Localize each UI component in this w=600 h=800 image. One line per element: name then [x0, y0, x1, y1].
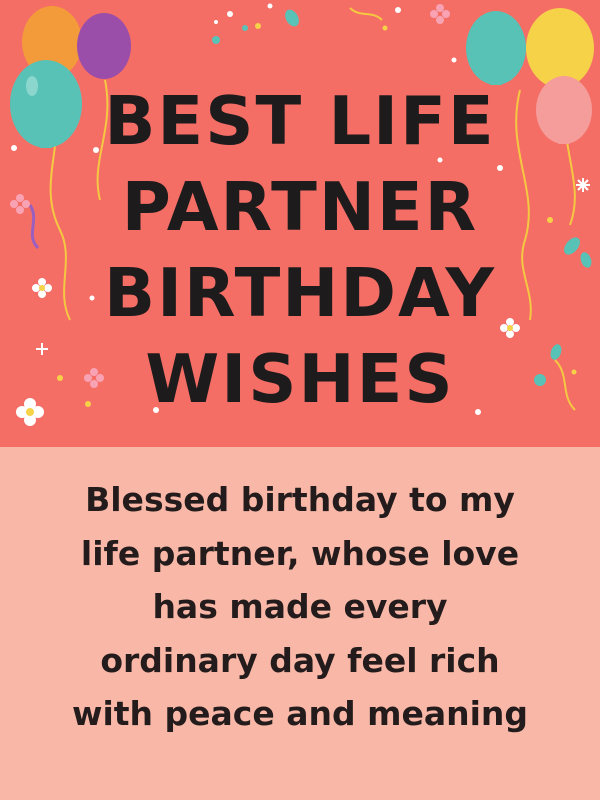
balloon-icon — [466, 11, 526, 85]
balloon-icon — [77, 13, 131, 79]
title-line: BIRTHDAY — [104, 254, 496, 332]
hero-banner: BEST LIFE PARTNER BIRTHDAY WISHES — [0, 0, 600, 447]
balloon-icon — [526, 8, 594, 88]
birthday-card: BEST LIFE PARTNER BIRTHDAY WISHES Blesse… — [0, 0, 600, 800]
streamer-icon — [554, 359, 576, 411]
flower-icon — [16, 398, 44, 426]
flower-icon — [500, 318, 520, 338]
flower-icon — [32, 278, 52, 298]
wish-message: Blessed birthday to my life partner, who… — [71, 480, 529, 733]
streamer-icon — [28, 204, 40, 250]
balloon-icon — [536, 76, 592, 144]
flower-icon — [10, 194, 30, 214]
flower-icon — [430, 4, 450, 24]
page-title: BEST LIFE PARTNER BIRTHDAY WISHES — [100, 78, 500, 422]
streamer-icon — [349, 7, 383, 21]
wish-panel: Blessed birthday to my life partner, who… — [0, 447, 600, 800]
sparkle-icon — [36, 343, 48, 355]
sparkle-icon — [576, 178, 590, 192]
title-line: BEST LIFE — [104, 82, 496, 160]
title-line: WISHES — [145, 340, 455, 418]
balloon-icon — [10, 60, 82, 148]
title-line: PARTNER — [121, 168, 479, 246]
streamer-icon — [515, 89, 532, 321]
